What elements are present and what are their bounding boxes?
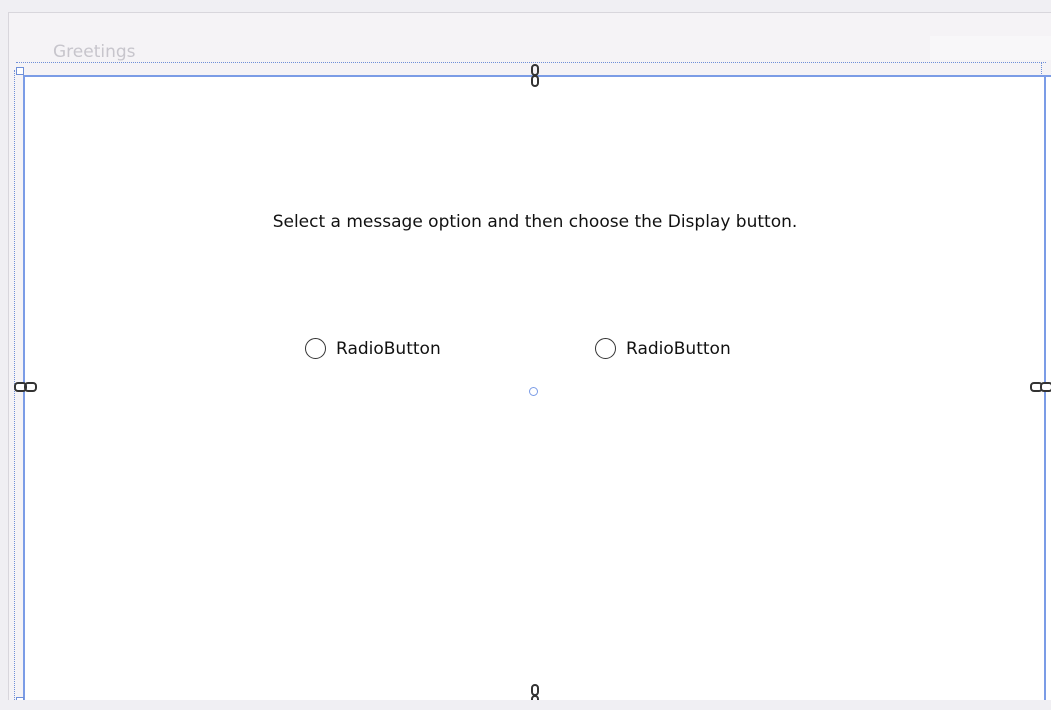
left-anchor-link-icon[interactable] — [14, 382, 38, 392]
title-bar-buttons — [930, 36, 1051, 60]
designer-bottom-strip — [0, 700, 1051, 710]
window-selection-right — [1041, 62, 1042, 76]
resize-handle-top-left[interactable] — [16, 67, 24, 75]
radio-circle-icon[interactable] — [595, 338, 616, 359]
window-title: Greetings — [53, 42, 136, 62]
instruction-text: Select a message option and then choose … — [272, 212, 798, 232]
radio-circle-icon[interactable] — [305, 338, 326, 359]
top-anchor-link-icon[interactable] — [531, 64, 539, 88]
radio-button-1[interactable]: RadioButton — [305, 338, 441, 359]
right-anchor-link-icon[interactable] — [1030, 382, 1051, 392]
designer-canvas: Greetings Select a message option and th… — [0, 0, 1051, 710]
center-handle-icon[interactable] — [529, 387, 538, 396]
radio-button-2[interactable]: RadioButton — [595, 338, 731, 359]
radio-button-2-label: RadioButton — [626, 338, 731, 359]
radio-button-1-label: RadioButton — [336, 338, 441, 359]
window-selection-top — [16, 62, 1046, 63]
